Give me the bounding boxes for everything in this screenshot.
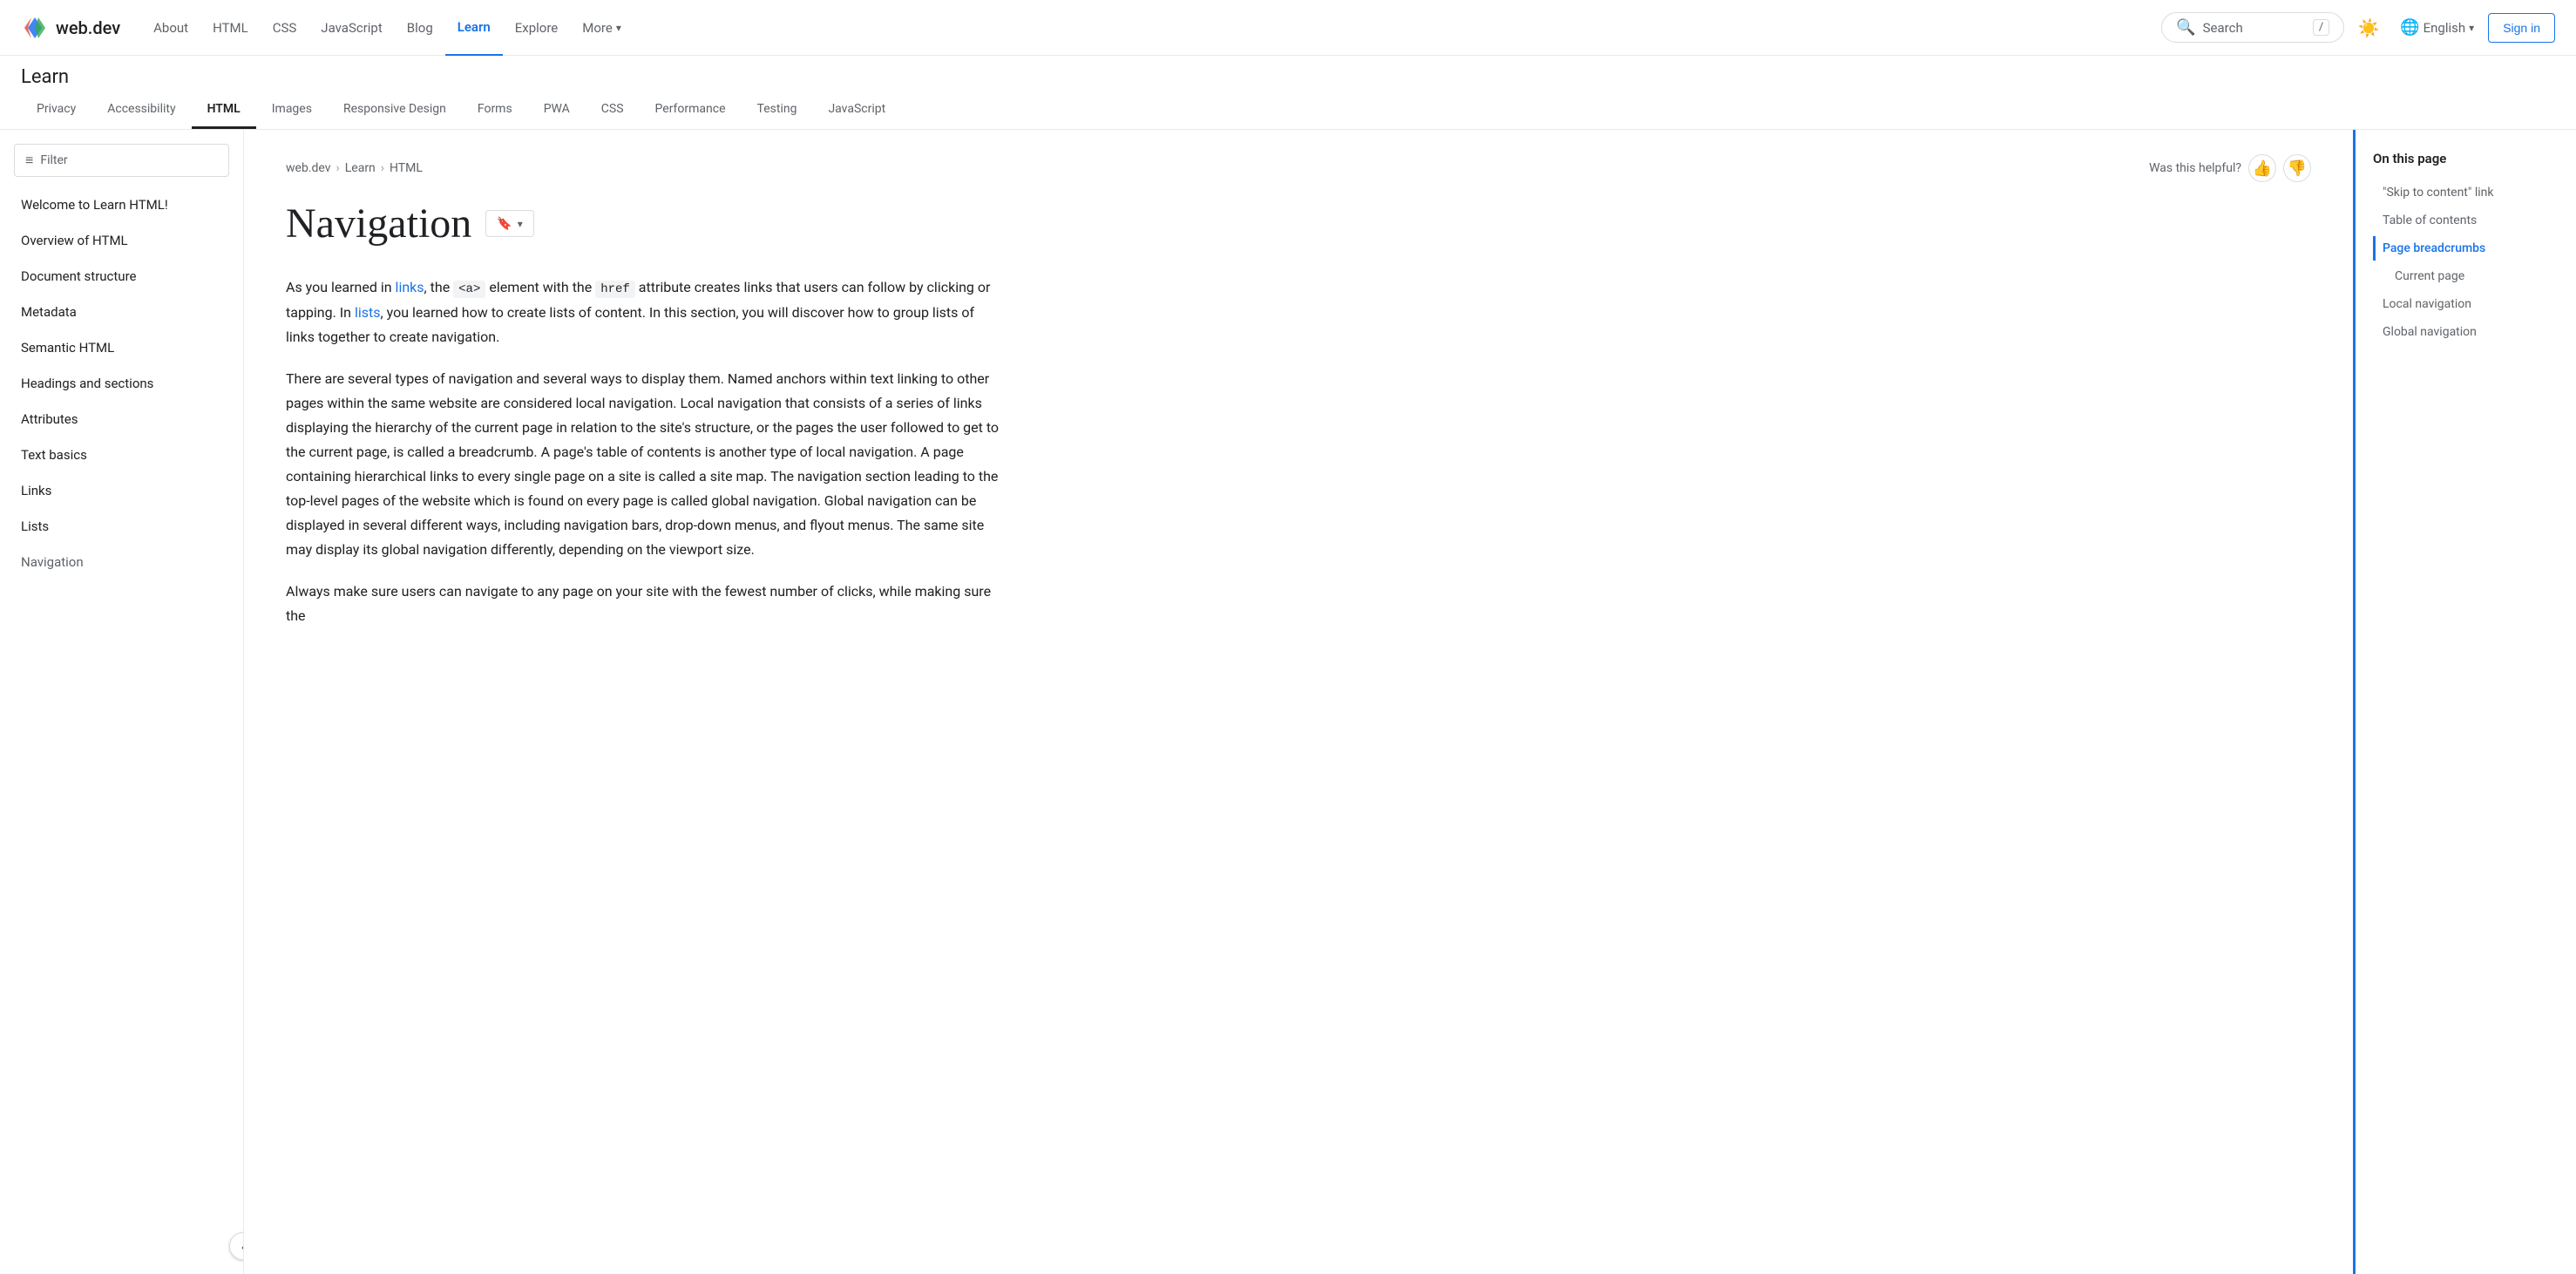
toc-item-table-of-contents[interactable]: Table of contents bbox=[2373, 208, 2559, 233]
breadcrumb: web.dev › Learn › HTML bbox=[286, 161, 423, 175]
nav-about[interactable]: About bbox=[141, 13, 200, 43]
lists-link[interactable]: lists bbox=[355, 304, 381, 321]
language-label: English bbox=[2423, 20, 2466, 36]
tab-responsive-design[interactable]: Responsive Design bbox=[328, 91, 462, 129]
sun-icon: ☀️ bbox=[2358, 17, 2380, 38]
logo-text: web.dev bbox=[56, 17, 120, 38]
tab-html[interactable]: HTML bbox=[192, 91, 256, 129]
search-placeholder: Search bbox=[2203, 20, 2243, 36]
bookmark-button[interactable]: 🔖 ▾ bbox=[485, 210, 533, 237]
tab-testing[interactable]: Testing bbox=[742, 91, 813, 129]
nav-blog[interactable]: Blog bbox=[395, 13, 445, 43]
page-title-row: Navigation 🔖 ▾ bbox=[286, 200, 2311, 247]
theme-toggle[interactable]: ☀️ bbox=[2351, 10, 2386, 45]
main-layout: ≡ Filter Welcome to Learn HTML! Overview… bbox=[0, 130, 2576, 1274]
sidebar-item-document-structure[interactable]: Document structure bbox=[0, 259, 243, 295]
sidebar-item-metadata[interactable]: Metadata bbox=[0, 295, 243, 330]
sidebar-item-lists[interactable]: Lists bbox=[0, 509, 243, 545]
toc-item-local-navigation[interactable]: Local navigation bbox=[2373, 292, 2559, 316]
toc-item-current-page[interactable]: Current page bbox=[2373, 264, 2559, 288]
href-code: href bbox=[595, 281, 635, 298]
toc-item-page-breadcrumbs[interactable]: Page breadcrumbs bbox=[2373, 236, 2559, 261]
learn-title: Learn bbox=[21, 56, 2555, 88]
tab-forms[interactable]: Forms bbox=[462, 91, 528, 129]
thumbs-down-button[interactable]: 👎 bbox=[2283, 154, 2311, 182]
tab-accessibility[interactable]: Accessibility bbox=[92, 91, 191, 129]
breadcrumb-row: web.dev › Learn › HTML Was this helpful?… bbox=[286, 154, 2311, 182]
on-this-page-title: On this page bbox=[2373, 151, 2559, 166]
sidebar-item-attributes[interactable]: Attributes bbox=[0, 402, 243, 437]
top-nav: web.dev About HTML CSS JavaScript Blog L… bbox=[0, 0, 2576, 56]
bookmark-icon: 🔖 bbox=[497, 216, 512, 231]
logo-icon bbox=[21, 14, 49, 42]
toc-item-skip-to-content[interactable]: "Skip to content" link bbox=[2373, 180, 2559, 205]
breadcrumb-webdev[interactable]: web.dev bbox=[286, 161, 331, 175]
search-shortcut: / bbox=[2313, 19, 2329, 36]
sidebar-item-navigation[interactable]: Navigation bbox=[0, 545, 243, 580]
nav-javascript[interactable]: JavaScript bbox=[308, 13, 394, 43]
thumbs-up-icon: 👍 bbox=[2253, 159, 2272, 178]
tab-images[interactable]: Images bbox=[256, 91, 328, 129]
right-sidebar: On this page "Skip to content" link Tabl… bbox=[2353, 130, 2576, 1274]
sidebar-item-semantic-html[interactable]: Semantic HTML bbox=[0, 330, 243, 366]
logo-link[interactable]: web.dev bbox=[21, 14, 120, 42]
helpful-area: Was this helpful? 👍 👎 bbox=[2149, 154, 2311, 182]
tab-javascript[interactable]: JavaScript bbox=[812, 91, 901, 129]
filter-label: Filter bbox=[40, 153, 67, 167]
nav-more[interactable]: More ▾ bbox=[570, 13, 634, 43]
nav-learn[interactable]: Learn bbox=[445, 0, 503, 56]
nav-explore[interactable]: Explore bbox=[503, 13, 571, 43]
toc-item-global-navigation[interactable]: Global navigation bbox=[2373, 320, 2559, 344]
search-icon: 🔍 bbox=[2176, 18, 2195, 37]
links-link[interactable]: links bbox=[396, 279, 424, 295]
sidebar-collapse-button[interactable]: ‹ bbox=[229, 1232, 244, 1260]
filter-bar[interactable]: ≡ Filter bbox=[14, 144, 229, 177]
tab-performance[interactable]: Performance bbox=[640, 91, 742, 129]
filter-icon: ≡ bbox=[25, 152, 33, 169]
content-paragraph-3: Always make sure users can navigate to a… bbox=[286, 579, 1000, 628]
sidebar-item-headings[interactable]: Headings and sections bbox=[0, 366, 243, 402]
tab-privacy[interactable]: Privacy bbox=[21, 91, 92, 129]
content-paragraph-1: As you learned in links, the <a> element… bbox=[286, 275, 1000, 349]
thumbs-down-icon: 👎 bbox=[2288, 159, 2307, 178]
language-chevron-icon: ▾ bbox=[2469, 22, 2474, 34]
page-title: Navigation bbox=[286, 200, 471, 247]
nav-css[interactable]: CSS bbox=[261, 13, 309, 43]
helpful-label: Was this helpful? bbox=[2149, 161, 2241, 175]
breadcrumb-sep-1: › bbox=[336, 161, 340, 175]
sidebar-item-welcome[interactable]: Welcome to Learn HTML! bbox=[0, 187, 243, 223]
breadcrumb-html[interactable]: HTML bbox=[390, 161, 423, 175]
sidebar-item-links[interactable]: Links bbox=[0, 473, 243, 509]
topic-tabs: Privacy Accessibility HTML Images Respon… bbox=[21, 91, 2555, 129]
bookmark-chevron-icon: ▾ bbox=[518, 218, 523, 230]
nav-links: About HTML CSS JavaScript Blog Learn Exp… bbox=[141, 0, 2154, 56]
breadcrumb-learn[interactable]: Learn bbox=[345, 161, 376, 175]
globe-icon: 🌐 bbox=[2400, 18, 2419, 37]
left-sidebar: ≡ Filter Welcome to Learn HTML! Overview… bbox=[0, 130, 244, 1274]
nav-html[interactable]: HTML bbox=[200, 13, 261, 43]
sign-in-button[interactable]: Sign in bbox=[2488, 13, 2555, 43]
more-chevron-icon: ▾ bbox=[616, 22, 621, 34]
thumbs-up-button[interactable]: 👍 bbox=[2248, 154, 2276, 182]
sidebar-item-overview[interactable]: Overview of HTML bbox=[0, 223, 243, 259]
content-area: web.dev › Learn › HTML Was this helpful?… bbox=[244, 130, 2353, 1274]
content-paragraph-2: There are several types of navigation an… bbox=[286, 367, 1000, 562]
a-code: <a> bbox=[453, 281, 485, 298]
sidebar-item-text-basics[interactable]: Text basics bbox=[0, 437, 243, 473]
tab-css[interactable]: CSS bbox=[586, 91, 640, 129]
tab-pwa[interactable]: PWA bbox=[528, 91, 586, 129]
breadcrumb-sep-2: › bbox=[381, 161, 384, 175]
language-selector[interactable]: 🌐 English ▾ bbox=[2393, 13, 2481, 42]
collapse-chevron-icon: ‹ bbox=[241, 1238, 244, 1255]
search-box[interactable]: 🔍 Search / bbox=[2161, 12, 2344, 43]
learn-section-header: Learn Privacy Accessibility HTML Images … bbox=[0, 56, 2576, 130]
